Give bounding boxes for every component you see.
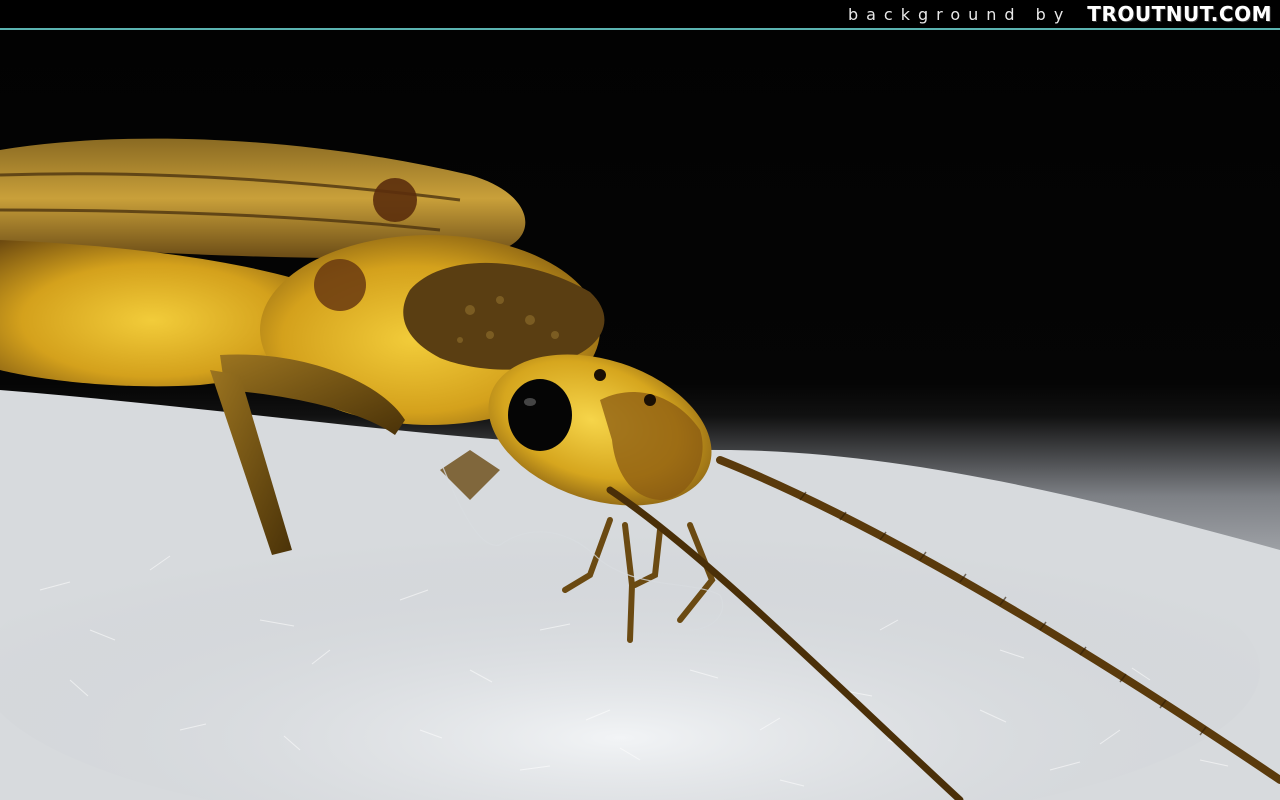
eye-highlight — [524, 398, 536, 406]
wallpaper-frame: background by TROUTNUT.COM — [0, 0, 1280, 800]
stonefly-photo — [0, 138, 1280, 800]
thorax-spot — [373, 178, 417, 222]
pronotum — [403, 262, 605, 370]
credit: background by TROUTNUT.COM — [848, 2, 1272, 26]
thorax-spot — [314, 259, 366, 311]
top-bar: background by TROUTNUT.COM — [0, 0, 1280, 30]
compound-eye — [508, 379, 572, 451]
ocellus — [644, 394, 656, 406]
troutnut-logo: TROUTNUT.COM — [1087, 2, 1272, 26]
ocellus — [594, 369, 606, 381]
credit-text: background by — [847, 4, 1072, 24]
